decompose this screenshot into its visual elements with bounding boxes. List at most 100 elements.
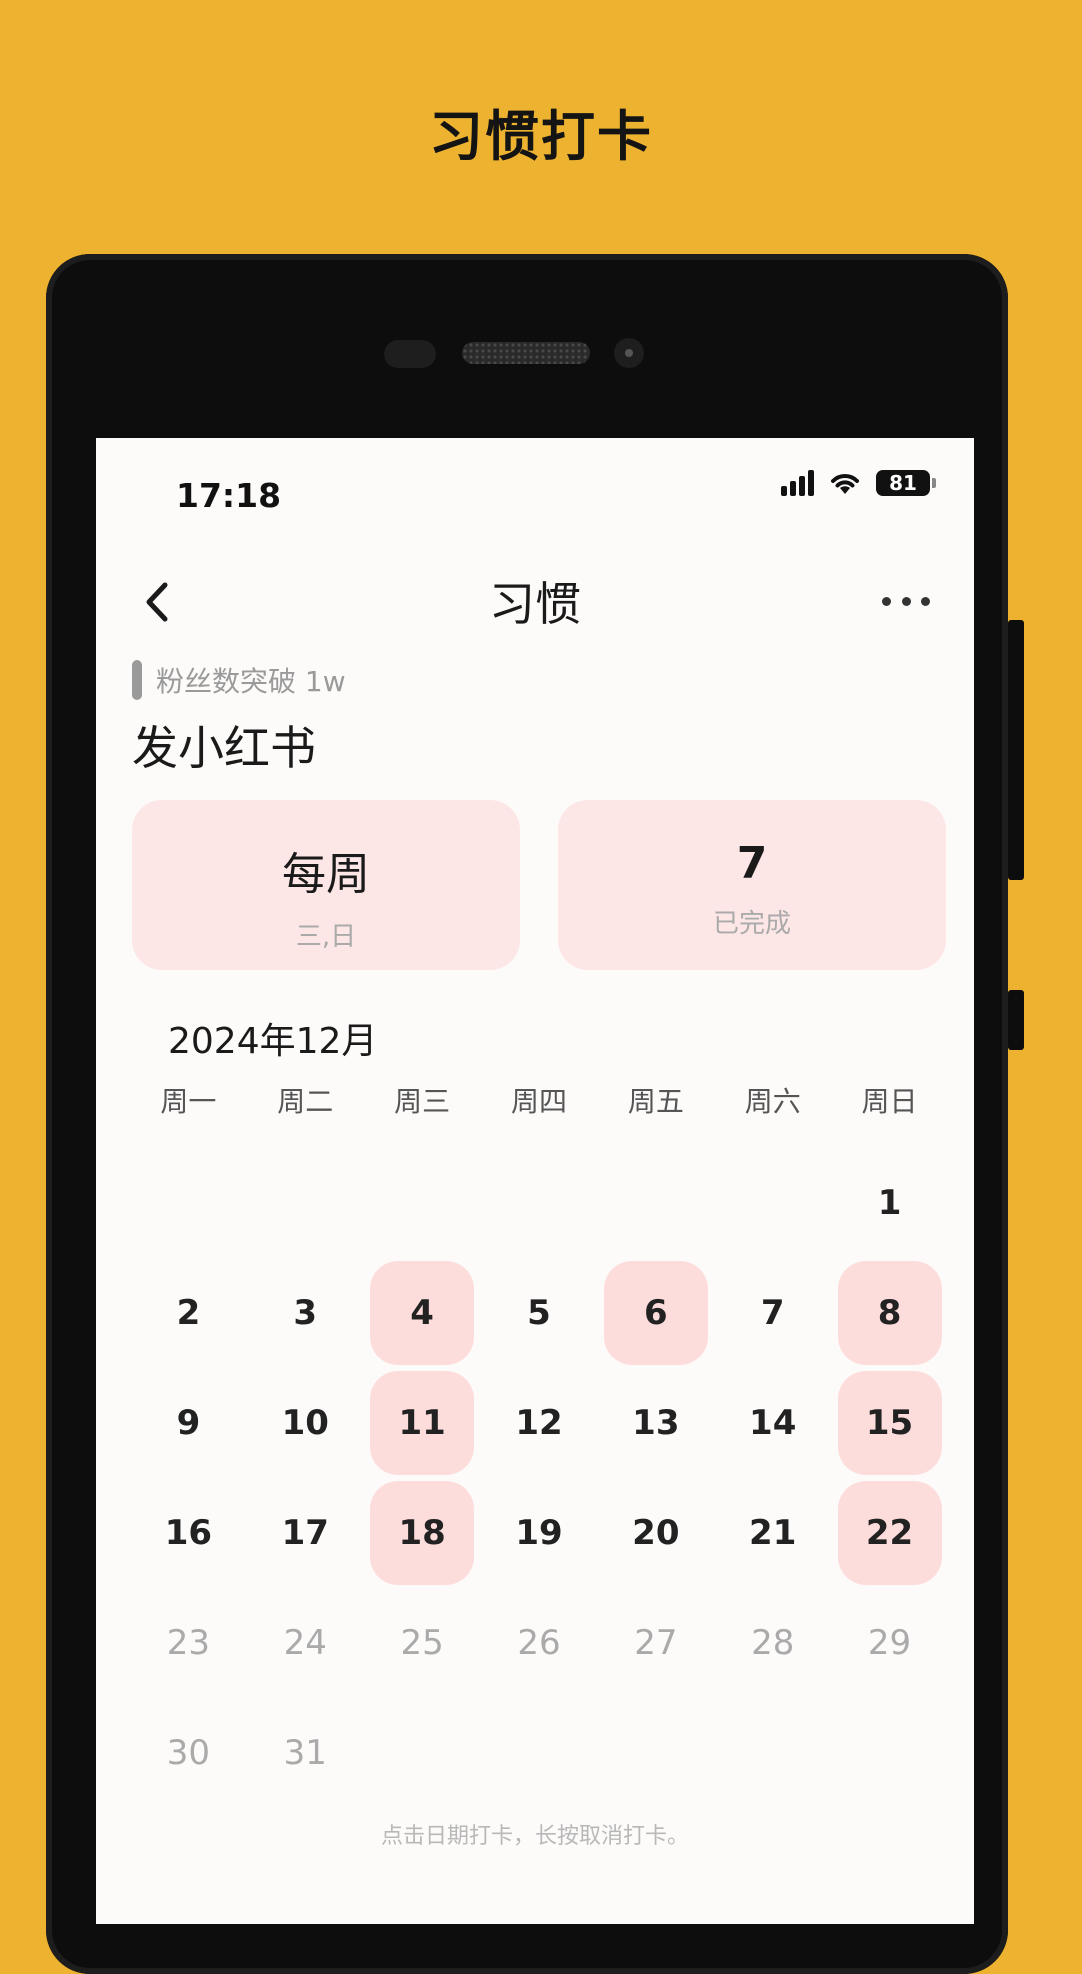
calendar-month: 2024年12月 xyxy=(168,1021,378,1062)
weekday-label: 周五 xyxy=(627,1085,684,1118)
calendar-day-number: 15 xyxy=(837,1371,942,1475)
calendar-day-number: 6 xyxy=(603,1261,708,1365)
calendar-day-2[interactable]: 2 xyxy=(130,1258,247,1368)
goal-accent-bar xyxy=(132,660,142,700)
calendar-day-number: 21 xyxy=(749,1513,797,1553)
calendar-day-number: 20 xyxy=(632,1513,680,1553)
calendar-day-22[interactable]: 22 xyxy=(831,1478,948,1588)
calendar-blank-cell xyxy=(714,1148,831,1258)
calendar-day-17[interactable]: 17 xyxy=(247,1478,364,1588)
frequency-card: 每周 三,日 xyxy=(132,800,520,970)
calendar-day-number: 18 xyxy=(370,1481,475,1585)
calendar-day-number: 24 xyxy=(283,1623,327,1663)
calendar-day-16[interactable]: 16 xyxy=(130,1478,247,1588)
calendar-day-number: 3 xyxy=(293,1293,318,1333)
calendar-day-number: 30 xyxy=(166,1733,211,1773)
more-dot xyxy=(901,596,911,606)
weekday-label: 周日 xyxy=(861,1085,918,1118)
calendar-day-4[interactable]: 4 xyxy=(364,1258,481,1368)
front-sensor xyxy=(384,340,436,368)
calendar-day-19[interactable]: 19 xyxy=(481,1478,598,1588)
calendar-day-24[interactable]: 24 xyxy=(247,1588,364,1698)
weekday-label: 周一 xyxy=(160,1085,217,1118)
habit-goal-tag: 粉丝数突破 1w xyxy=(132,660,346,700)
promo-title: 习惯打卡 xyxy=(429,105,653,168)
phone-side-button xyxy=(1008,990,1024,1050)
calendar-day-number: 22 xyxy=(837,1481,942,1585)
habit-goal: 粉丝数突破 1w xyxy=(156,665,346,698)
calendar-day-6[interactable]: 6 xyxy=(597,1258,714,1368)
calendar-day-30[interactable]: 30 xyxy=(130,1698,247,1808)
calendar-grid: 1 2 3 4 5 6 7 8 9 10 11 12 13 14 15 16 17 18 19 20 21 22 23 24 2… xyxy=(130,1148,948,1808)
status-time: 17:18 xyxy=(176,476,282,515)
calendar-blank-cell xyxy=(364,1148,481,1258)
weekday-label: 周四 xyxy=(510,1085,567,1118)
calendar-day-10[interactable]: 10 xyxy=(247,1368,364,1478)
calendar-day-number: 17 xyxy=(281,1513,329,1553)
calendar-day-11[interactable]: 11 xyxy=(364,1368,481,1478)
weekday-label: 周三 xyxy=(394,1085,451,1118)
calendar-day-number: 11 xyxy=(370,1371,475,1475)
weekday-header: 周一 周二 周三 周四 周五 周六 周日 xyxy=(130,1080,948,1120)
calendar-day-20[interactable]: 20 xyxy=(597,1478,714,1588)
calendar-day-21[interactable]: 21 xyxy=(714,1478,831,1588)
calendar-day-26[interactable]: 26 xyxy=(481,1588,598,1698)
calendar-day-number: 31 xyxy=(283,1733,327,1773)
frequency-value: 每周 xyxy=(282,849,370,900)
more-button[interactable] xyxy=(882,586,930,616)
calendar-day-number: 14 xyxy=(749,1403,797,1443)
calendar-day-27[interactable]: 27 xyxy=(597,1588,714,1698)
calendar-day-number: 29 xyxy=(867,1623,912,1663)
battery-icon: 81 xyxy=(876,470,936,496)
calendar-day-number: 26 xyxy=(517,1623,561,1663)
status-icons: 81 xyxy=(781,470,936,496)
more-dot xyxy=(882,596,891,606)
usage-hint: 点击日期打卡，长按取消打卡。 xyxy=(380,1824,689,1849)
calendar-day-number: 7 xyxy=(760,1293,785,1333)
calendar-day-29[interactable]: 29 xyxy=(831,1588,948,1698)
app-screen: 17:18 81 习惯 粉丝数突破 1w 发小红书 每周 三,日 7 已完成 2… xyxy=(96,438,974,1924)
calendar-blank-cell xyxy=(130,1148,247,1258)
calendar-day-14[interactable]: 14 xyxy=(714,1368,831,1478)
calendar-day-number: 10 xyxy=(281,1403,329,1443)
wifi-icon xyxy=(831,474,859,494)
calendar-day-31[interactable]: 31 xyxy=(247,1698,364,1808)
calendar-day-number: 23 xyxy=(166,1623,211,1663)
calendar-day-8[interactable]: 8 xyxy=(831,1258,948,1368)
calendar-day-13[interactable]: 13 xyxy=(597,1368,714,1478)
calendar-day-number: 13 xyxy=(632,1403,680,1443)
calendar-day-25[interactable]: 25 xyxy=(364,1588,481,1698)
calendar-day-5[interactable]: 5 xyxy=(481,1258,598,1368)
calendar-day-number: 28 xyxy=(751,1623,795,1663)
front-camera xyxy=(614,338,644,368)
calendar-day-number: 4 xyxy=(370,1261,475,1365)
habit-name: 发小红书 xyxy=(132,721,316,775)
calendar-day-number: 1 xyxy=(877,1183,902,1223)
phone-side-button xyxy=(1008,620,1024,880)
earpiece-speaker xyxy=(462,342,590,364)
calendar-day-23[interactable]: 23 xyxy=(130,1588,247,1698)
calendar-blank-cell xyxy=(597,1148,714,1258)
calendar-blank-cell xyxy=(481,1148,598,1258)
weekday-label: 周六 xyxy=(744,1085,801,1118)
calendar-day-number: 2 xyxy=(176,1293,201,1333)
completed-card: 7 已完成 xyxy=(558,800,946,970)
calendar-day-3[interactable]: 3 xyxy=(247,1258,364,1368)
calendar-day-28[interactable]: 28 xyxy=(714,1588,831,1698)
calendar-day-7[interactable]: 7 xyxy=(714,1258,831,1368)
calendar-day-number: 5 xyxy=(527,1293,551,1333)
calendar-day-number: 19 xyxy=(515,1513,563,1553)
more-dot xyxy=(921,596,930,606)
calendar-day-15[interactable]: 15 xyxy=(831,1368,948,1478)
completed-count: 7 xyxy=(736,838,768,889)
calendar-day-number: 25 xyxy=(400,1623,444,1663)
page-title: 习惯 xyxy=(489,577,581,631)
calendar-day-9[interactable]: 9 xyxy=(130,1368,247,1478)
calendar-day-1[interactable]: 1 xyxy=(831,1148,948,1258)
weekday-label: 周二 xyxy=(277,1085,334,1118)
calendar-day-number: 9 xyxy=(176,1403,201,1443)
calendar-day-number: 16 xyxy=(164,1513,213,1553)
calendar-day-18[interactable]: 18 xyxy=(364,1478,481,1588)
calendar-blank-cell xyxy=(247,1148,364,1258)
calendar-day-12[interactable]: 12 xyxy=(481,1368,598,1478)
